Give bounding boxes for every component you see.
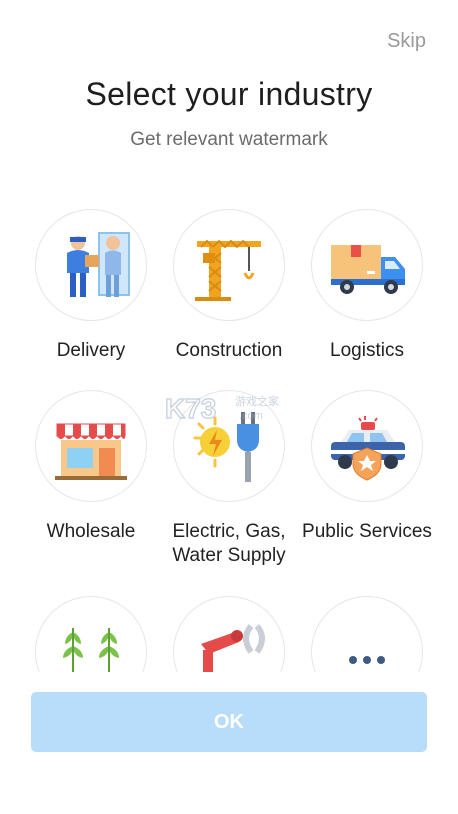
police-car-icon (331, 416, 405, 481)
industry-logistics[interactable]: Logistics (297, 209, 437, 363)
industry-wholesale[interactable]: Wholesale (21, 390, 161, 544)
delivery-icon (67, 232, 130, 297)
ok-button[interactable]: OK (31, 692, 427, 752)
industry-icon-circle (173, 209, 285, 321)
industry-delivery[interactable]: Delivery (21, 209, 161, 363)
watermark-cn-text: 游戏之家 (235, 394, 279, 408)
industry-icon-circle (311, 390, 423, 502)
industry-label: Public Services (302, 521, 432, 542)
industry-label: Electric, Gas, Water Supply (172, 521, 286, 566)
industry-label: Delivery (56, 340, 126, 361)
industry-label: Construction (175, 340, 283, 361)
industry-construction[interactable]: Construction (159, 209, 299, 363)
truck-icon (331, 245, 405, 294)
page-subtitle: Get relevant watermark (130, 129, 328, 150)
industry-label: Wholesale (46, 521, 136, 542)
watermark-dom-text: .com (239, 410, 263, 422)
crane-icon (195, 239, 261, 301)
watermark-main-text: K73 (165, 393, 216, 424)
industry-icon-circle (35, 209, 147, 321)
skip-button[interactable]: Skip (387, 30, 426, 53)
industry-icon-circle (35, 390, 147, 502)
industry-icon-circle (311, 209, 423, 321)
page-title: Select your industry (85, 76, 373, 112)
industry-label: Logistics (330, 340, 404, 361)
site-watermark: K73 游戏之家 .com (164, 392, 295, 426)
shop-icon (55, 423, 127, 480)
industry-public-services[interactable]: Public Services (297, 390, 437, 544)
